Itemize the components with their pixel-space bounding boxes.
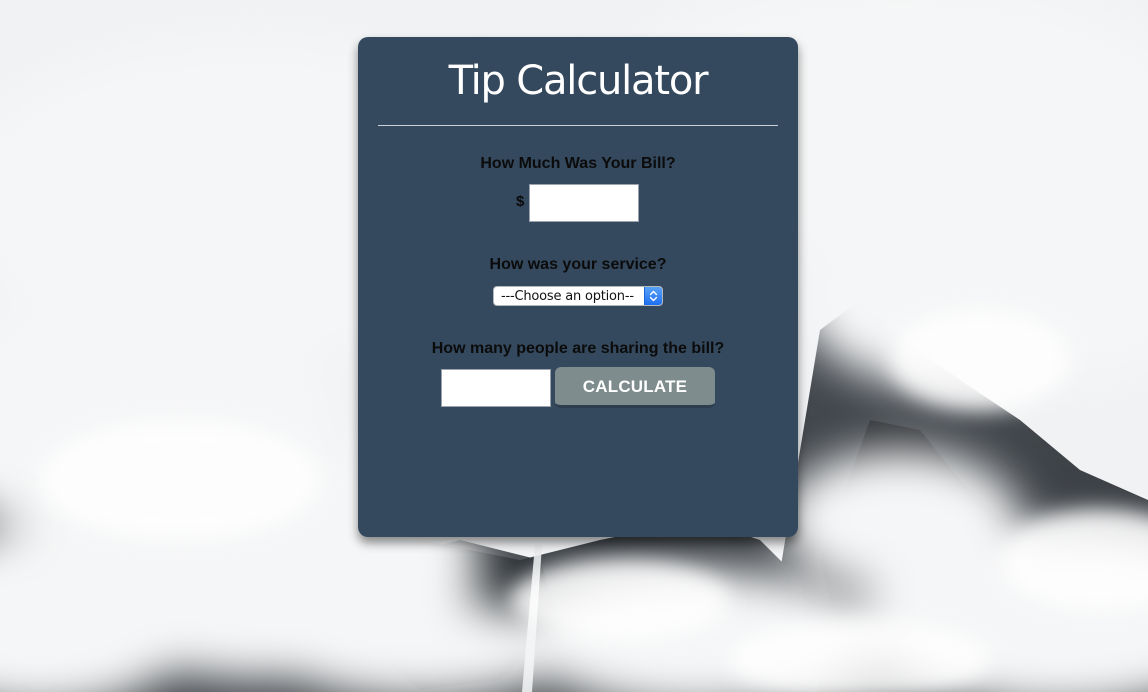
service-quality-select[interactable]: ---Choose an option-- — [493, 286, 663, 306]
bill-amount-input[interactable] — [529, 184, 639, 222]
page-title: Tip Calculator — [448, 58, 709, 104]
bill-question-label: How Much Was Your Bill? — [480, 155, 676, 172]
currency-symbol: $ — [516, 193, 525, 210]
people-count-input[interactable] — [441, 369, 551, 407]
tip-calculator-card: Tip Calculator How Much Was Your Bill? $… — [358, 37, 798, 537]
chevron-up-down-icon — [644, 287, 662, 305]
people-question-label: How many people are sharing the bill? — [431, 340, 725, 357]
service-question-label: How was your service? — [489, 256, 667, 273]
service-select-value: ---Choose an option-- — [501, 289, 634, 304]
title-divider — [378, 125, 778, 126]
calculate-button[interactable]: CALCULATE — [555, 367, 715, 408]
